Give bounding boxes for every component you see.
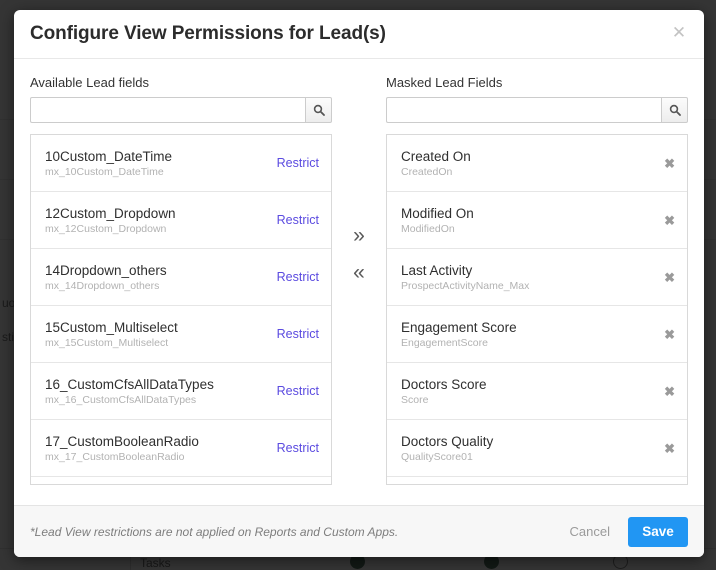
page-title: Configure View Permissions for Lead(s): [30, 23, 386, 44]
list-item-texts: Created On CreatedOn: [401, 148, 471, 179]
dual-list-transfer: Available Lead fields 10Custom_DateTime: [30, 59, 688, 485]
list-item[interactable]: Engagement Score EngagementScore ✖: [387, 306, 687, 363]
search-icon[interactable]: [661, 97, 688, 123]
list-item[interactable]: [387, 477, 687, 484]
list-item-schema: mx_10Custom_DateTime: [45, 165, 164, 178]
list-item[interactable]: Doctors Quality QualityScore01 ✖: [387, 420, 687, 477]
list-item[interactable]: Doctors Score Score ✖: [387, 363, 687, 420]
list-item-title: Modified On: [401, 205, 474, 221]
masked-fields-panel: Masked Lead Fields Created On CreatedOn …: [386, 75, 688, 485]
available-fields-label: Available Lead fields: [30, 75, 150, 90]
restrict-button[interactable]: Restrict: [277, 156, 319, 170]
remove-icon[interactable]: ✖: [664, 271, 675, 284]
list-item-schema: mx_12Custom_Dropdown: [45, 222, 167, 235]
modal-body: Available Lead fields 10Custom_DateTime: [14, 59, 704, 505]
list-item[interactable]: 12Custom_Dropdown mx_12Custom_Dropdown R…: [31, 192, 331, 249]
move-left-icon[interactable]: «: [353, 262, 365, 283]
list-item-title: 16_CustomCfsAllDataTypes: [45, 376, 214, 392]
list-item[interactable]: 10Custom_DateTime mx_10Custom_DateTime R…: [31, 135, 331, 192]
list-item-title: 14Dropdown_others: [45, 262, 167, 278]
list-item-title: Doctors Quality: [401, 433, 494, 449]
search-icon[interactable]: [305, 97, 332, 123]
available-fields-search-input[interactable]: [30, 97, 305, 123]
list-item[interactable]: 17_CustomBooleanRadio mx_17_CustomBoolea…: [31, 420, 331, 477]
footer-note: *Lead View restrictions are not applied …: [30, 524, 399, 539]
list-item-texts: 12Custom_Dropdown mx_12Custom_Dropdown: [45, 205, 176, 236]
list-item-texts: Modified On ModifiedOn: [401, 205, 474, 236]
list-item-schema: QualityScore01: [401, 450, 473, 463]
restrict-button[interactable]: Restrict: [277, 384, 319, 398]
transfer-controls: » «: [332, 75, 386, 283]
list-item-texts: Doctors Score Score: [401, 376, 487, 407]
masked-fields-label: Masked Lead Fields: [386, 75, 503, 90]
restrict-button[interactable]: Restrict: [277, 327, 319, 341]
save-button[interactable]: Save: [628, 516, 688, 547]
list-item-title: Last Activity: [401, 262, 473, 278]
list-item-title: Created On: [401, 148, 471, 164]
restrict-button[interactable]: Restrict: [277, 441, 319, 455]
list-item[interactable]: 16_CustomCfsAllDataTypes mx_16_CustomCfs…: [31, 363, 331, 420]
remove-icon[interactable]: ✖: [664, 157, 675, 170]
close-icon[interactable]: ✕: [668, 22, 690, 44]
list-item-schema: mx_14Dropdown_others: [45, 279, 160, 292]
list-item-texts: 15Custom_Multiselect mx_15Custom_Multise…: [45, 319, 178, 350]
list-item-schema: mx_16_CustomCfsAllDataTypes: [45, 393, 197, 406]
remove-icon[interactable]: ✖: [664, 442, 675, 455]
available-fields-panel: Available Lead fields 10Custom_DateTime: [30, 75, 332, 485]
list-item[interactable]: 15Custom_Multiselect mx_15Custom_Multise…: [31, 306, 331, 363]
list-item[interactable]: Modified On ModifiedOn ✖: [387, 192, 687, 249]
remove-icon[interactable]: ✖: [664, 214, 675, 227]
cancel-button[interactable]: Cancel: [570, 524, 610, 539]
list-item-texts: Doctors Quality QualityScore01: [401, 433, 493, 464]
restrict-button[interactable]: Restrict: [277, 270, 319, 284]
list-item[interactable]: 14Dropdown_others mx_14Dropdown_others R…: [31, 249, 331, 306]
move-right-icon[interactable]: »: [353, 225, 365, 246]
list-item-texts: Last Activity ProspectActivityName_Max: [401, 262, 529, 293]
list-item-schema: CreatedOn: [401, 165, 453, 178]
list-item-schema: mx_17_CustomBooleanRadio: [45, 450, 185, 463]
list-item-schema: Score: [401, 393, 429, 406]
list-item-schema: mx_15Custom_Multiselect: [45, 336, 169, 349]
list-item-title: 12Custom_Dropdown: [45, 205, 176, 221]
list-item-title: 17_CustomBooleanRadio: [45, 433, 199, 449]
list-item-title: 15Custom_Multiselect: [45, 319, 178, 335]
list-item[interactable]: Created On CreatedOn ✖: [387, 135, 687, 192]
list-item-schema: EngagementScore: [401, 336, 488, 349]
list-item[interactable]: Last Activity ProspectActivityName_Max ✖: [387, 249, 687, 306]
modal-header: Configure View Permissions for Lead(s) ✕: [14, 10, 704, 59]
masked-fields-list[interactable]: Created On CreatedOn ✖ Modified On Modif…: [386, 134, 688, 485]
modal-footer: *Lead View restrictions are not applied …: [14, 505, 704, 557]
list-item-texts: 16_CustomCfsAllDataTypes mx_16_CustomCfs…: [45, 376, 214, 407]
list-item-schema: ProspectActivityName_Max: [401, 279, 530, 292]
list-item-texts: 10Custom_DateTime mx_10Custom_DateTime: [45, 148, 172, 179]
list-item-texts: 14Dropdown_others mx_14Dropdown_others: [45, 262, 167, 293]
restrict-button[interactable]: Restrict: [277, 213, 319, 227]
configure-view-permissions-modal: Configure View Permissions for Lead(s) ✕…: [14, 10, 704, 557]
available-fields-list[interactable]: 10Custom_DateTime mx_10Custom_DateTime R…: [30, 134, 332, 485]
masked-fields-search-row: [386, 97, 688, 123]
remove-icon[interactable]: ✖: [664, 328, 675, 341]
masked-fields-search-input[interactable]: [386, 97, 661, 123]
list-item-texts: Engagement Score EngagementScore: [401, 319, 517, 350]
available-fields-search-row: [30, 97, 332, 123]
list-item[interactable]: [31, 477, 331, 484]
list-item-title: Engagement Score: [401, 319, 517, 335]
remove-icon[interactable]: ✖: [664, 385, 675, 398]
list-item-title: Doctors Score: [401, 376, 487, 392]
list-item-texts: 17_CustomBooleanRadio mx_17_CustomBoolea…: [45, 433, 199, 464]
list-item-schema: ModifiedOn: [401, 222, 455, 235]
list-item-title: 10Custom_DateTime: [45, 148, 173, 164]
